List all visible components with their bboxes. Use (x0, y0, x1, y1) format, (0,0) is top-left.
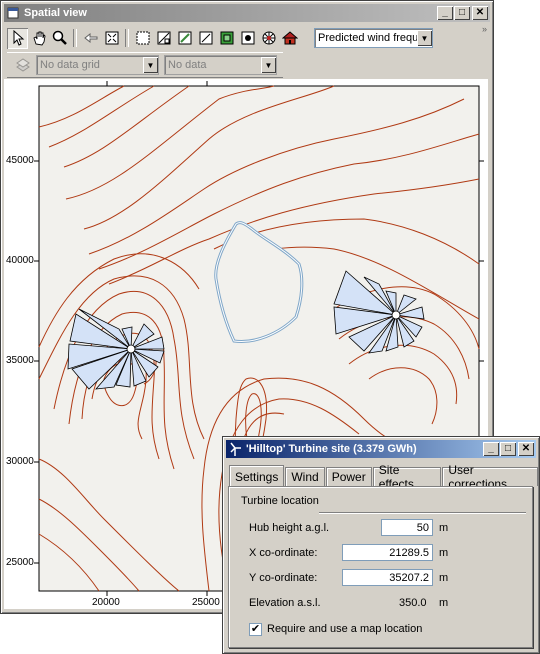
settings-panel: Turbine location Hub height a.g.l. 50 m … (228, 486, 533, 648)
y-tick-label: 25000 (6, 557, 34, 568)
main-toolbar (7, 26, 300, 50)
x-tick-label: 20000 (92, 597, 120, 608)
hub-height-field[interactable]: 50 (381, 519, 433, 536)
close-button[interactable]: ✕ (518, 442, 534, 456)
spatial-view-title: Spatial view (24, 7, 87, 19)
require-map-location-label[interactable]: Require and use a map location (267, 623, 422, 635)
toolbar-separator (73, 29, 77, 47)
grid-layer-icon[interactable] (12, 54, 33, 75)
maximize-button[interactable]: □ (500, 442, 516, 456)
grid-select-value: No data grid (40, 59, 100, 71)
turbine-icon (228, 442, 242, 456)
window-icon (6, 6, 20, 20)
minimize-button[interactable]: _ (483, 442, 499, 456)
grid-toggle-icon[interactable] (237, 28, 258, 49)
turbine-site-title: 'Hilltop' Turbine site (3.379 GWh) (246, 443, 417, 455)
grid-cells-icon[interactable] (132, 28, 153, 49)
tab-power[interactable]: Power (325, 467, 372, 486)
data-select-value: No data (168, 59, 207, 71)
elevation-label: Elevation a.s.l. (249, 597, 321, 609)
y-coordinate-unit: m (439, 572, 449, 584)
data-select[interactable]: No data ▼ (164, 55, 277, 75)
x-coordinate-unit: m (439, 547, 449, 559)
close-button[interactable]: ✕ (472, 6, 488, 20)
toolbar-separator (125, 29, 129, 47)
maximize-button[interactable]: □ (454, 6, 470, 20)
tab-strip: Settings Wind Power Site effects User co… (229, 463, 539, 491)
back-arrow-icon[interactable] (80, 28, 101, 49)
wind-rose-tool-icon[interactable] (258, 28, 279, 49)
layer-select-value: Predicted wind frequ (318, 32, 417, 44)
turbine-site-titlebar[interactable]: 'Hilltop' Turbine site (3.379 GWh) _ □ ✕ (226, 440, 536, 458)
hub-height-label: Hub height a.g.l. (249, 522, 330, 534)
elevation-value: 350.0 (399, 597, 427, 609)
grid-select[interactable]: No data grid ▼ (36, 55, 159, 75)
layer-select[interactable]: Predicted wind frequ ▼ (314, 28, 433, 48)
toolbar-overflow-chevron-icon[interactable]: » (482, 24, 487, 34)
tab-user-corrections[interactable]: User corrections (442, 463, 538, 491)
hand-pan-icon[interactable] (28, 28, 49, 49)
y-tick-label: 35000 (6, 355, 34, 366)
tab-site-effects[interactable]: Site effects (372, 463, 442, 491)
grid-blank-icon[interactable] (195, 28, 216, 49)
x-tick-label: 25000 (192, 597, 220, 608)
y-coordinate-field[interactable]: 35207.2 (342, 569, 433, 586)
group-divider (319, 512, 526, 514)
hub-height-unit: m (439, 522, 449, 534)
fit-extent-icon[interactable] (101, 28, 122, 49)
group-title: Turbine location (241, 495, 319, 507)
minimize-button[interactable]: _ (437, 6, 453, 20)
tab-wind[interactable]: Wind (285, 467, 325, 486)
chevron-down-icon[interactable]: ▼ (143, 57, 158, 73)
chevron-down-icon[interactable]: ▼ (261, 57, 276, 73)
house-obstacle-icon[interactable] (279, 28, 300, 49)
y-tick-label: 30000 (6, 456, 34, 467)
spatial-view-titlebar[interactable]: Spatial view _ □ ✕ (4, 4, 490, 22)
x-coordinate-label: X co-ordinate: (249, 547, 318, 559)
elevation-unit: m (439, 597, 449, 609)
grid-resource-icon[interactable] (153, 28, 174, 49)
select-arrow-icon[interactable] (7, 27, 28, 49)
grid-green-icon[interactable] (216, 28, 237, 49)
grid-edit-icon[interactable] (174, 28, 195, 49)
require-map-location-checkbox[interactable]: ✔ (249, 623, 262, 636)
zoom-magnifier-icon[interactable] (49, 28, 70, 49)
chevron-down-icon[interactable]: ▼ (417, 30, 432, 46)
y-tick-label: 40000 (6, 255, 34, 266)
y-coordinate-label: Y co-ordinate: (249, 572, 318, 584)
tab-settings[interactable]: Settings (229, 465, 285, 487)
turbine-site-window: 'Hilltop' Turbine site (3.379 GWh) _ □ ✕… (222, 436, 540, 654)
y-tick-label: 45000 (6, 155, 34, 166)
x-coordinate-field[interactable]: 21289.5 (342, 544, 433, 561)
